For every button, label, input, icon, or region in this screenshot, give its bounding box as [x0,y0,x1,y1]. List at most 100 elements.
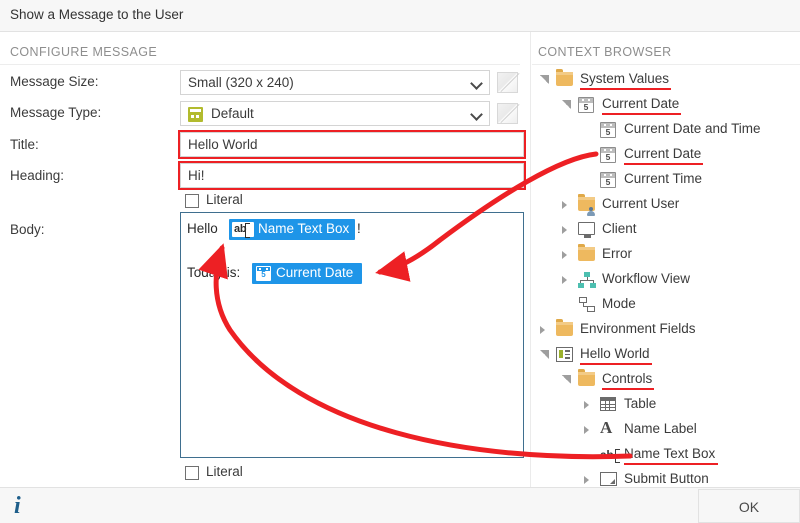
context-browser-caption: CONTEXT BROWSER [538,45,672,59]
tree-item-label: Submit Button [624,471,709,486]
chevron-collapse-icon[interactable] [562,100,571,109]
tree-item-label: Hello World [580,346,650,361]
message-type-select[interactable]: Default [180,101,490,126]
tree-item-label: Current Date and Time [624,121,761,136]
tree-item[interactable]: 5 Current Date [532,143,800,167]
folder-user-icon [578,197,595,211]
tree-item-label: Current Time [624,171,702,186]
title-input-value: Hello World [188,137,258,152]
tree-item[interactable]: Hello World [532,343,800,367]
tree-item[interactable]: Error [532,243,800,267]
view-icon [556,347,573,362]
tree-item-label: Current Date [602,96,679,111]
heading-input[interactable]: Hi! [180,163,524,188]
folder-icon [578,372,595,386]
window-title: Show a Message to the User [10,7,183,22]
folder-icon [556,72,573,86]
tree-item[interactable]: Environment Fields [532,318,800,342]
tree-item[interactable]: Current User [532,193,800,217]
tree-item[interactable]: System Values [532,68,800,92]
tree-item[interactable]: Mode [532,293,800,317]
tree-item[interactable]: Client [532,218,800,242]
body-editor[interactable]: Hello ab Name Text Box ! Today is: 5 Cur… [180,212,524,458]
tree-item[interactable]: ab Name Text Box [532,443,800,467]
chevron-collapse-icon[interactable] [540,350,549,359]
ok-button-label: OK [699,499,799,515]
calendar-icon: 5 [578,97,594,113]
body-literal-label: Literal [206,464,243,479]
chevron-down-icon [472,78,483,89]
configure-message-caption: CONFIGURE MESSAGE [10,45,157,59]
body-token-current-date[interactable]: 5 Current Date [252,263,362,284]
tree-item-label: Mode [602,296,636,311]
ok-button[interactable]: OK [698,489,800,523]
body-token-name-text-box[interactable]: ab Name Text Box [229,219,355,240]
body-line2-prefix: Today is: [187,265,240,280]
body-label: Body: [10,222,45,237]
chevron-expand-icon[interactable] [584,476,589,484]
default-grid-icon [188,107,203,122]
text-box-icon: ab [232,222,254,237]
info-icon[interactable]: i [14,494,21,518]
caption-divider-right [532,64,800,65]
tree-item-highlight-underline [624,163,703,165]
tree-item-highlight-underline [624,463,718,465]
message-type-edit-button[interactable] [497,103,518,124]
chevron-expand-icon[interactable] [562,251,567,259]
footer-bar: i [0,487,800,523]
chevron-expand-icon[interactable] [562,226,567,234]
panel-divider [530,32,531,487]
calendar-icon: 5 [256,266,271,281]
calendar-icon: 5 [600,172,616,188]
checkbox-box [185,466,199,480]
tree-item-label: Name Text Box [624,446,715,461]
tree-item-label: Error [602,246,632,261]
message-size-select[interactable]: Small (320 x 240) [180,70,490,95]
tree-item-highlight-underline [602,388,654,390]
chevron-expand-icon[interactable] [584,401,589,409]
chevron-down-icon [472,109,483,120]
message-size-value: Small (320 x 240) [188,75,294,90]
calendar-icon: 5 [600,147,616,163]
chevron-collapse-icon[interactable] [540,75,549,84]
heading-literal-label: Literal [206,192,243,207]
tree-item[interactable]: Workflow View [532,268,800,292]
table-icon [600,397,616,411]
button-icon [600,472,617,486]
message-type-label: Message Type: [10,105,101,120]
tree-item[interactable]: A Name Label [532,418,800,442]
tree-item[interactable]: 5 Current Date [532,93,800,117]
heading-input-value: Hi! [188,168,205,183]
title-input[interactable]: Hello World [180,132,524,157]
window-title-bar: Show a Message to the User [0,0,800,32]
tree-item[interactable]: 5 Current Time [532,168,800,192]
folder-icon [578,247,595,261]
tree-item-label: Name Label [624,421,697,436]
message-type-value: Default [211,106,254,121]
tree-item-label: Client [602,221,637,236]
message-size-edit-button[interactable] [497,72,518,93]
monitor-icon [578,222,595,235]
tree-item[interactable]: Table [532,393,800,417]
tree-item[interactable]: Controls [532,368,800,392]
tree-item-label: Controls [602,371,652,386]
body-token-current-date-label: Current Date [276,265,353,280]
tree-item-label: Current Date [624,146,701,161]
calendar-icon: 5 [600,122,616,138]
folder-icon [556,322,573,336]
text-box-icon: ab [600,448,620,463]
tree-item-highlight-underline [602,113,681,115]
tree-item[interactable]: 5 Current Date and Time [532,118,800,142]
tree-item-label: Current User [602,196,679,211]
body-line1-prefix: Hello [187,221,218,236]
chevron-expand-icon[interactable] [540,326,545,334]
tree-item-label: System Values [580,71,669,86]
tree-item-highlight-underline [580,363,652,365]
chevron-expand-icon[interactable] [562,276,567,284]
chevron-expand-icon[interactable] [562,201,567,209]
title-label: Title: [10,137,39,152]
tree-item-label: Environment Fields [580,321,696,336]
chevron-expand-icon[interactable] [584,426,589,434]
chevron-collapse-icon[interactable] [562,375,571,384]
letter-a-icon: A [600,420,612,435]
